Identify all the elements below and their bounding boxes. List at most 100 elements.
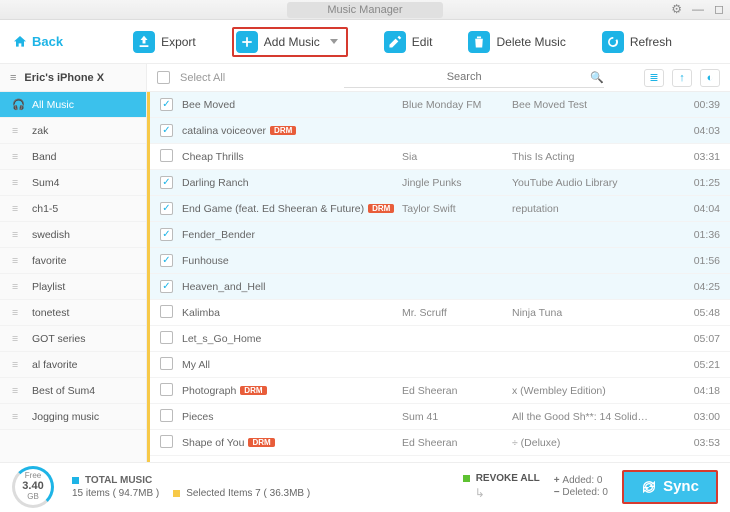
track-row[interactable]: PhotographDRMEd Sheeranx (Wembley Editio… xyxy=(150,378,730,404)
select-all-checkbox[interactable] xyxy=(157,71,170,84)
view-controls: ≣ ↑ ◐ xyxy=(644,69,720,87)
track-album: YouTube Audio Library xyxy=(512,177,672,189)
sidebar-item-sum4[interactable]: ≡Sum4 xyxy=(0,170,146,196)
sync-status-icon[interactable]: ◐ xyxy=(700,69,720,87)
sidebar-item-band[interactable]: ≡Band xyxy=(0,144,146,170)
track-checkbox[interactable] xyxy=(160,280,173,293)
revoke-all-button[interactable]: REVOKE ALL xyxy=(463,473,540,484)
delete-icon xyxy=(468,31,490,53)
track-duration: 03:53 xyxy=(672,437,720,449)
search-field[interactable]: 🔍 xyxy=(344,68,604,88)
sort-icon[interactable]: ↑ xyxy=(672,69,692,87)
track-row[interactable]: End Game (feat. Ed Sheeran & Future)DRMT… xyxy=(150,196,730,222)
track-checkbox[interactable] xyxy=(160,305,173,318)
sidebar-item-ch1-5[interactable]: ≡ch1-5 xyxy=(0,196,146,222)
track-row[interactable]: Darling RanchJingle PunksYouTube Audio L… xyxy=(150,170,730,196)
list-icon: ≡ xyxy=(12,203,24,215)
dot-green-icon xyxy=(463,475,470,482)
track-duration: 01:25 xyxy=(672,177,720,189)
track-artist: Mr. Scruff xyxy=(402,307,512,319)
back-label: Back xyxy=(32,34,63,49)
maximize-icon[interactable]: ◻ xyxy=(714,2,724,16)
sidebar-item-best-of-sum4[interactable]: ≡Best of Sum4 xyxy=(0,378,146,404)
track-duration: 01:36 xyxy=(672,229,720,241)
sidebar-item-swedish[interactable]: ≡swedish xyxy=(0,222,146,248)
sidebar-item-label: favorite xyxy=(32,255,66,267)
track-artist: Sia xyxy=(402,151,512,163)
track-checkbox[interactable] xyxy=(160,331,173,344)
edit-button[interactable]: Edit xyxy=(384,27,433,57)
track-checkbox[interactable] xyxy=(160,435,173,448)
export-label: Export xyxy=(161,35,196,49)
sync-button[interactable]: Sync xyxy=(622,470,718,504)
sidebar-item-got-series[interactable]: ≡GOT series xyxy=(0,326,146,352)
back-button[interactable]: Back xyxy=(12,34,63,50)
sidebar-item-tonetest[interactable]: ≡tonetest xyxy=(0,300,146,326)
track-album: x (Wembley Edition) xyxy=(512,385,672,397)
sidebar-item-all-music[interactable]: 🎧All Music xyxy=(0,92,146,118)
track-title: My All xyxy=(182,359,210,371)
track-row[interactable]: Let_s_Go_Home05:07 xyxy=(150,326,730,352)
playlist-list: 🎧All Music≡zak≡Band≡Sum4≡ch1-5≡swedish≡f… xyxy=(0,92,146,462)
sidebar-item-playlist[interactable]: ≡Playlist xyxy=(0,274,146,300)
track-artist: Taylor Swift xyxy=(402,203,512,215)
track-artist: Sum 41 xyxy=(402,411,512,423)
sidebar: ≡ Eric's iPhone X 🎧All Music≡zak≡Band≡Su… xyxy=(0,64,147,462)
export-button[interactable]: Export xyxy=(133,27,196,57)
delete-music-button[interactable]: Delete Music xyxy=(468,27,565,57)
track-title: Cheap Thrills xyxy=(182,151,244,163)
total-music-label: TOTAL MUSIC xyxy=(85,475,152,486)
track-checkbox[interactable] xyxy=(160,98,173,111)
track-row[interactable]: KalimbaMr. ScruffNinja Tuna05:48 xyxy=(150,300,730,326)
total-music-detail: 15 items ( 94.7MB ) xyxy=(72,488,159,499)
sidebar-item-al-favorite[interactable]: ≡al favorite xyxy=(0,352,146,378)
track-checkbox[interactable] xyxy=(160,357,173,370)
track-checkbox[interactable] xyxy=(160,383,173,396)
drm-badge: DRM xyxy=(368,204,394,213)
track-checkbox[interactable] xyxy=(160,409,173,422)
refresh-icon xyxy=(602,31,624,53)
track-checkbox[interactable] xyxy=(160,202,173,215)
settings-icon[interactable]: ⚙ xyxy=(671,2,682,16)
dot-teal-icon xyxy=(72,477,79,484)
track-duration: 04:18 xyxy=(672,385,720,397)
track-row[interactable]: Bee MovedBlue Monday FMBee Moved Test00:… xyxy=(150,92,730,118)
search-input[interactable] xyxy=(344,71,584,83)
track-row[interactable]: PiecesSum 41All the Good Sh**: 14 Solid…… xyxy=(150,404,730,430)
sidebar-item-favorite[interactable]: ≡favorite xyxy=(0,248,146,274)
track-row[interactable]: My All05:21 xyxy=(150,352,730,378)
list-view-icon[interactable]: ≣ xyxy=(644,69,664,87)
sidebar-item-zak[interactable]: ≡zak xyxy=(0,118,146,144)
sync-icon xyxy=(641,479,657,495)
drm-badge: DRM xyxy=(248,438,274,447)
track-checkbox[interactable] xyxy=(160,176,173,189)
track-row[interactable]: catalina voiceoverDRM04:03 xyxy=(150,118,730,144)
add-music-label: Add Music xyxy=(264,35,320,49)
track-row[interactable]: Funhouse01:56 xyxy=(150,248,730,274)
device-header[interactable]: ≡ Eric's iPhone X xyxy=(0,64,146,92)
track-row[interactable]: Heaven_and_Hell04:25 xyxy=(150,274,730,300)
track-list: Bee MovedBlue Monday FMBee Moved Test00:… xyxy=(147,92,730,462)
track-duration: 03:00 xyxy=(672,411,720,423)
track-artist: Blue Monday FM xyxy=(402,99,512,111)
track-row[interactable]: Fender_Bender01:36 xyxy=(150,222,730,248)
refresh-button[interactable]: Refresh xyxy=(602,27,672,57)
add-music-button[interactable]: Add Music xyxy=(232,27,348,57)
list-icon: ≡ xyxy=(12,411,24,423)
track-title: Heaven_and_Hell xyxy=(182,281,265,293)
list-icon: ≡ xyxy=(12,151,24,163)
track-checkbox[interactable] xyxy=(160,124,173,137)
deleted-count: Deleted: 0 xyxy=(562,487,608,498)
track-duration: 05:48 xyxy=(672,307,720,319)
sidebar-item-label: Sum4 xyxy=(32,177,59,189)
sidebar-item-label: zak xyxy=(32,125,48,137)
main-toolbar: Back Export Add Music Edit Delete Music … xyxy=(0,20,730,64)
sidebar-item-jogging-music[interactable]: ≡Jogging music xyxy=(0,404,146,430)
track-row[interactable]: Shape of YouDRMEd Sheeran÷ (Deluxe)03:53 xyxy=(150,430,730,456)
track-row[interactable]: Cheap ThrillsSiaThis Is Acting03:31 xyxy=(150,144,730,170)
track-checkbox[interactable] xyxy=(160,149,173,162)
track-title: Let_s_Go_Home xyxy=(182,333,261,345)
track-checkbox[interactable] xyxy=(160,254,173,267)
track-checkbox[interactable] xyxy=(160,228,173,241)
minimize-icon[interactable]: — xyxy=(692,2,704,16)
